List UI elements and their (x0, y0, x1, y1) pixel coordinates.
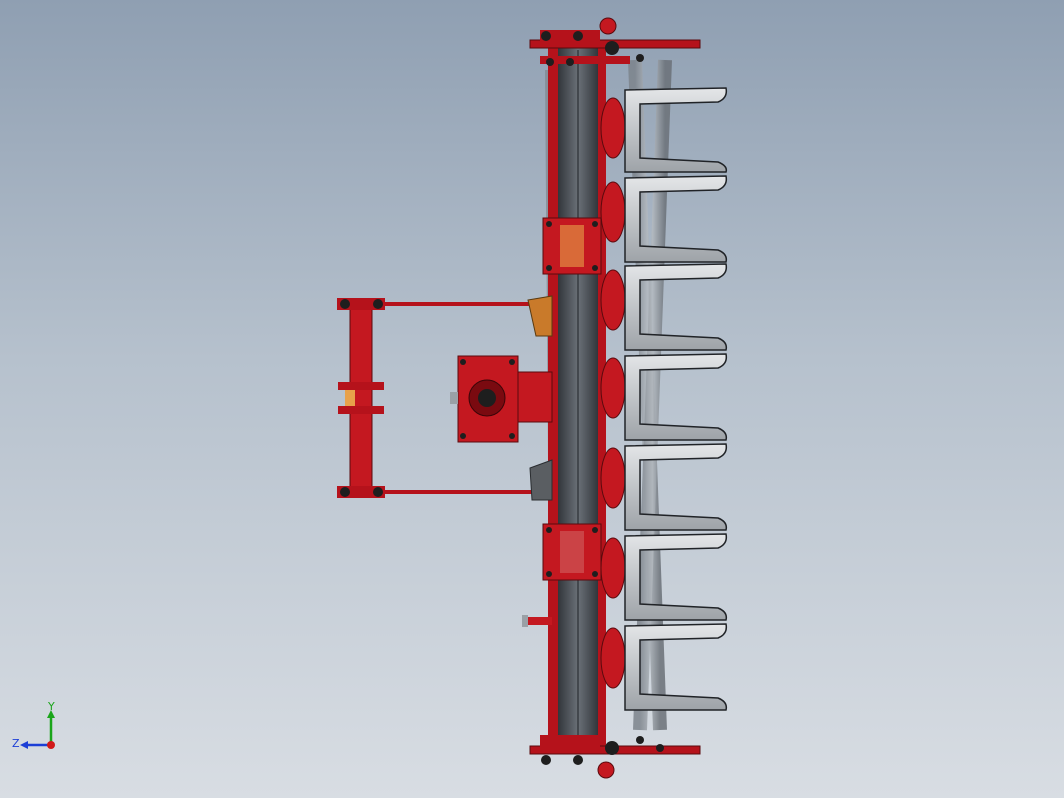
bearing-housing-upper[interactable] (542, 217, 602, 275)
side-bracket-lower (529, 459, 553, 501)
blade-7 (624, 623, 728, 711)
y-axis-label: Y (47, 700, 55, 713)
blade-4 (624, 353, 728, 441)
blade-5 (624, 443, 728, 531)
cad-viewport[interactable]: Y Z (0, 0, 1064, 798)
blade-3 (624, 263, 728, 351)
main-beam[interactable] (548, 48, 606, 748)
top-end-assembly[interactable] (529, 17, 701, 66)
blade-1 (624, 87, 728, 173)
bearing-housing-lower[interactable] (542, 523, 602, 581)
orientation-triad: Y Z (12, 700, 55, 750)
side-bracket-upper (527, 295, 553, 337)
x-axis-dot (47, 741, 55, 749)
bottom-end-assembly[interactable] (529, 735, 701, 779)
rotary-tiller-model[interactable] (0, 0, 1064, 798)
gearbox[interactable] (450, 355, 553, 443)
side-pin[interactable] (522, 615, 552, 627)
blade-2 (624, 175, 728, 263)
z-axis-label: Z (12, 737, 20, 750)
blade-row[interactable] (624, 87, 728, 711)
blade-6 (624, 533, 728, 621)
